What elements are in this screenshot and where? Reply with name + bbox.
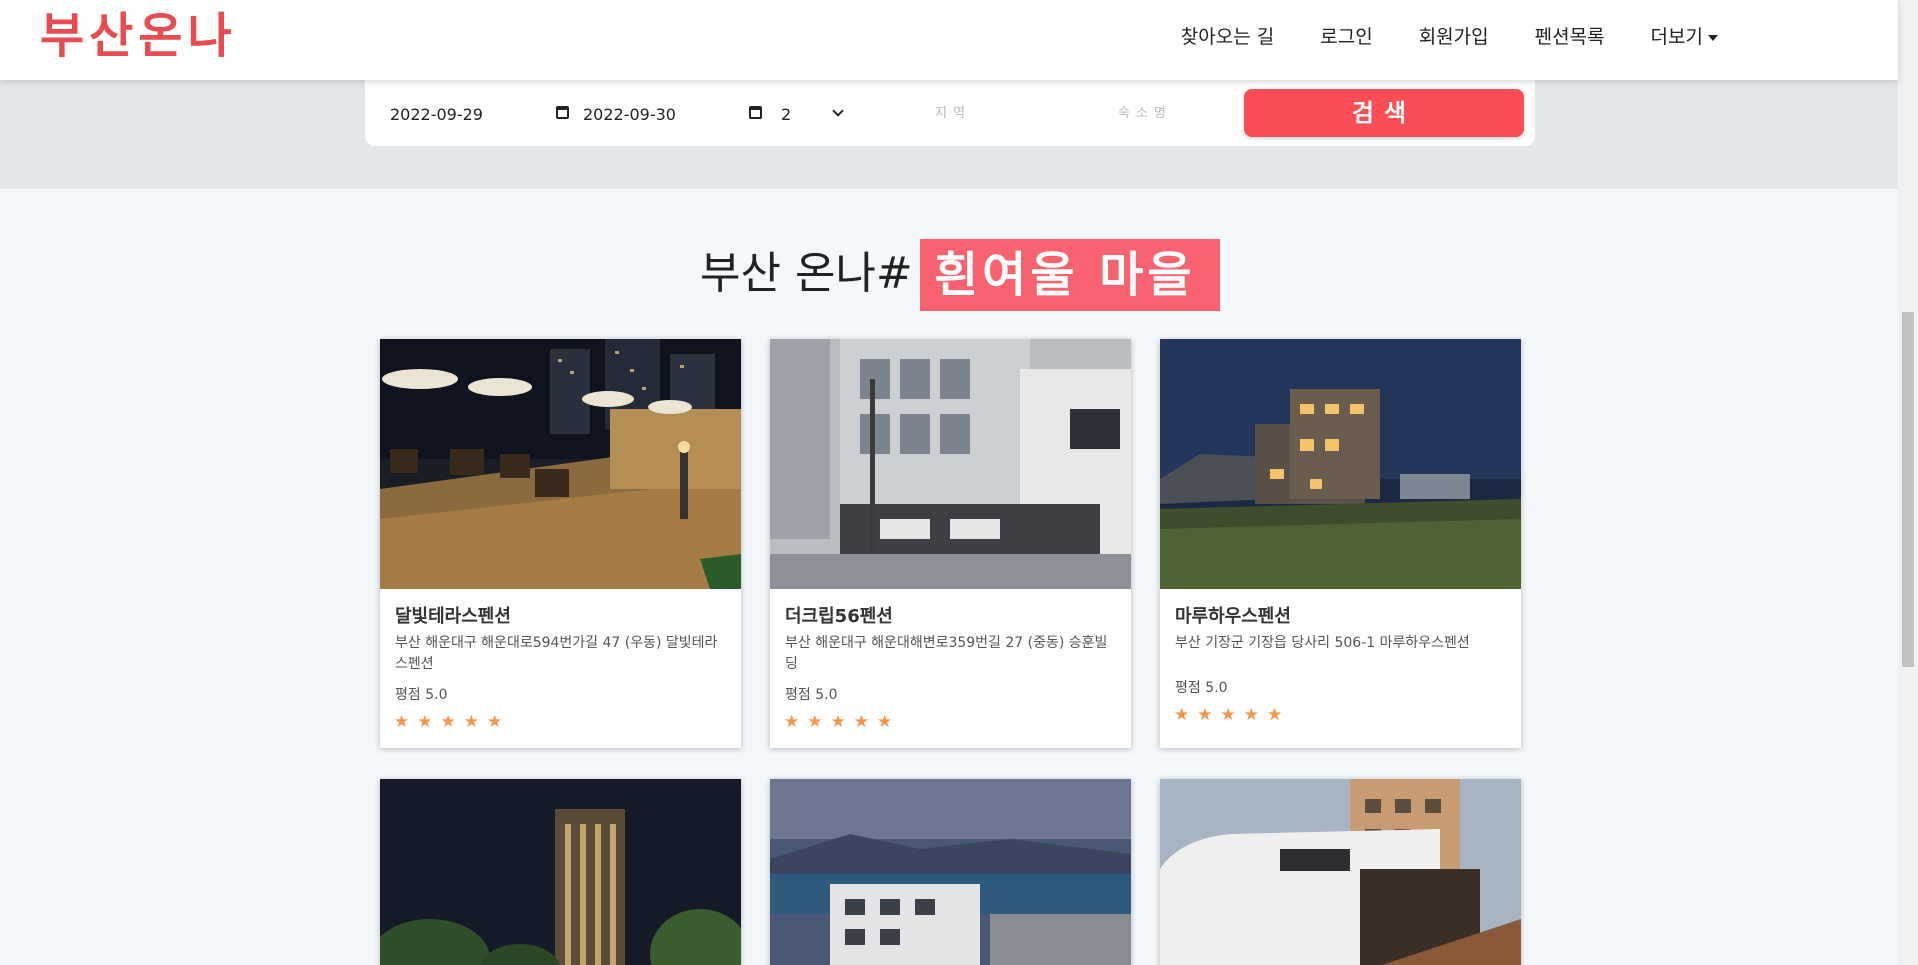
- nav-menu: 찾아오는 길 로그인 회원가입 펜션목록 더보기: [1135, 22, 1718, 52]
- star-icon: ★: [807, 712, 823, 732]
- nav-item-label: 로그인: [1320, 26, 1373, 48]
- star-icon: ★: [1197, 705, 1213, 725]
- top-navbar: 부산온나 찾아오는 길 로그인 회원가입 펜션목록 더보기: [0, 0, 1898, 80]
- page-scrollbar[interactable]: [1898, 0, 1918, 965]
- checkin-date-value: 2022-09-29: [390, 104, 483, 124]
- pension-address: 부산 해운대구 해운대해변로359번길 27 (중동) 승훈빌딩: [785, 635, 1108, 672]
- star-icon: ★: [1267, 705, 1283, 725]
- pension-card[interactable]: [380, 779, 741, 965]
- lodging-name-input[interactable]: 숙소명: [1118, 102, 1172, 121]
- star-icon: ★: [853, 712, 869, 732]
- pension-photo[interactable]: [770, 339, 1131, 589]
- pension-photo[interactable]: [1160, 339, 1521, 589]
- nav-item-label: 펜션목록: [1534, 26, 1605, 48]
- pension-address: 부산 해운대구 해운대로594번가길 47 (우동) 달빛테라스펜션: [395, 635, 718, 672]
- nav-item-more-dropdown[interactable]: 더보기: [1651, 22, 1718, 52]
- pension-card[interactable]: [770, 779, 1131, 965]
- star-icon: ★: [1243, 705, 1259, 725]
- checkout-date-input[interactable]: 2022-09-30: [583, 102, 768, 126]
- chevron-down-icon: [832, 105, 844, 117]
- star-icon: ★: [394, 712, 410, 732]
- star-icon: ★: [830, 712, 846, 732]
- pension-name[interactable]: 마루하우스펜션: [1175, 602, 1291, 628]
- section-highlight-tag: 흰여울 마을: [920, 239, 1220, 311]
- star-icon: ★: [877, 712, 893, 732]
- scrollbar-thumb[interactable]: [1902, 312, 1914, 667]
- star-rating: ★ ★ ★ ★ ★: [1174, 705, 1290, 725]
- star-icon: ★: [1220, 705, 1236, 725]
- pension-card[interactable]: 마루하우스펜션 부산 기장군 기장읍 당사리 506-1 마루하우스펜션 평점 …: [1160, 339, 1521, 748]
- star-icon: ★: [463, 712, 479, 732]
- pension-rating: 평점 5.0: [1175, 680, 1228, 696]
- caret-down-icon: [1708, 34, 1718, 41]
- star-rating: ★ ★ ★ ★ ★: [394, 712, 510, 732]
- pension-photo[interactable]: [770, 779, 1131, 965]
- guests-value: 2: [781, 104, 792, 124]
- pension-photo[interactable]: [380, 779, 741, 965]
- star-icon: ★: [1174, 705, 1190, 725]
- nav-item-pension-list[interactable]: 펜션목록: [1535, 22, 1605, 52]
- pension-photo[interactable]: [380, 339, 741, 589]
- nav-item-signup[interactable]: 회원가입: [1419, 22, 1489, 52]
- brand-logo[interactable]: 부산온나: [40, 6, 237, 66]
- nav-item-label: 찾아오는 길: [1180, 26, 1275, 48]
- pension-rating: 평점 5.0: [395, 687, 448, 703]
- pension-card[interactable]: 더크립56펜션 부산 해운대구 해운대해변로359번길 27 (중동) 승훈빌딩…: [770, 339, 1131, 748]
- pension-rating: 평점 5.0: [785, 687, 838, 703]
- star-rating: ★ ★ ★ ★ ★: [784, 712, 900, 732]
- region-input[interactable]: 지역: [935, 102, 971, 121]
- pension-name[interactable]: 더크립56펜션: [785, 602, 893, 628]
- search-button[interactable]: 검색: [1244, 89, 1524, 137]
- star-icon: ★: [784, 712, 800, 732]
- nav-item-login[interactable]: 로그인: [1320, 22, 1372, 52]
- star-icon: ★: [487, 712, 503, 732]
- star-icon: ★: [417, 712, 433, 732]
- pension-address: 부산 기장군 기장읍 당사리 506-1 마루하우스펜션: [1175, 635, 1470, 651]
- checkin-date-input[interactable]: 2022-09-29: [390, 102, 575, 126]
- nav-item-directions[interactable]: 찾아오는 길: [1181, 22, 1274, 52]
- nav-item-label: 더보기: [1650, 26, 1703, 48]
- pension-name[interactable]: 달빛테라스펜션: [395, 602, 511, 628]
- nav-item-label: 회원가입: [1418, 26, 1489, 48]
- star-icon: ★: [440, 712, 456, 732]
- calendar-icon[interactable]: [556, 106, 569, 119]
- checkout-date-value: 2022-09-30: [583, 104, 676, 124]
- pension-card[interactable]: [1160, 779, 1521, 965]
- section-title: 부산 온나#: [700, 248, 913, 299]
- pension-photo[interactable]: [1160, 779, 1521, 965]
- guests-select[interactable]: 2: [781, 102, 851, 126]
- calendar-icon[interactable]: [749, 106, 762, 119]
- pension-card[interactable]: 달빛테라스펜션 부산 해운대구 해운대로594번가길 47 (우동) 달빛테라스…: [380, 339, 741, 748]
